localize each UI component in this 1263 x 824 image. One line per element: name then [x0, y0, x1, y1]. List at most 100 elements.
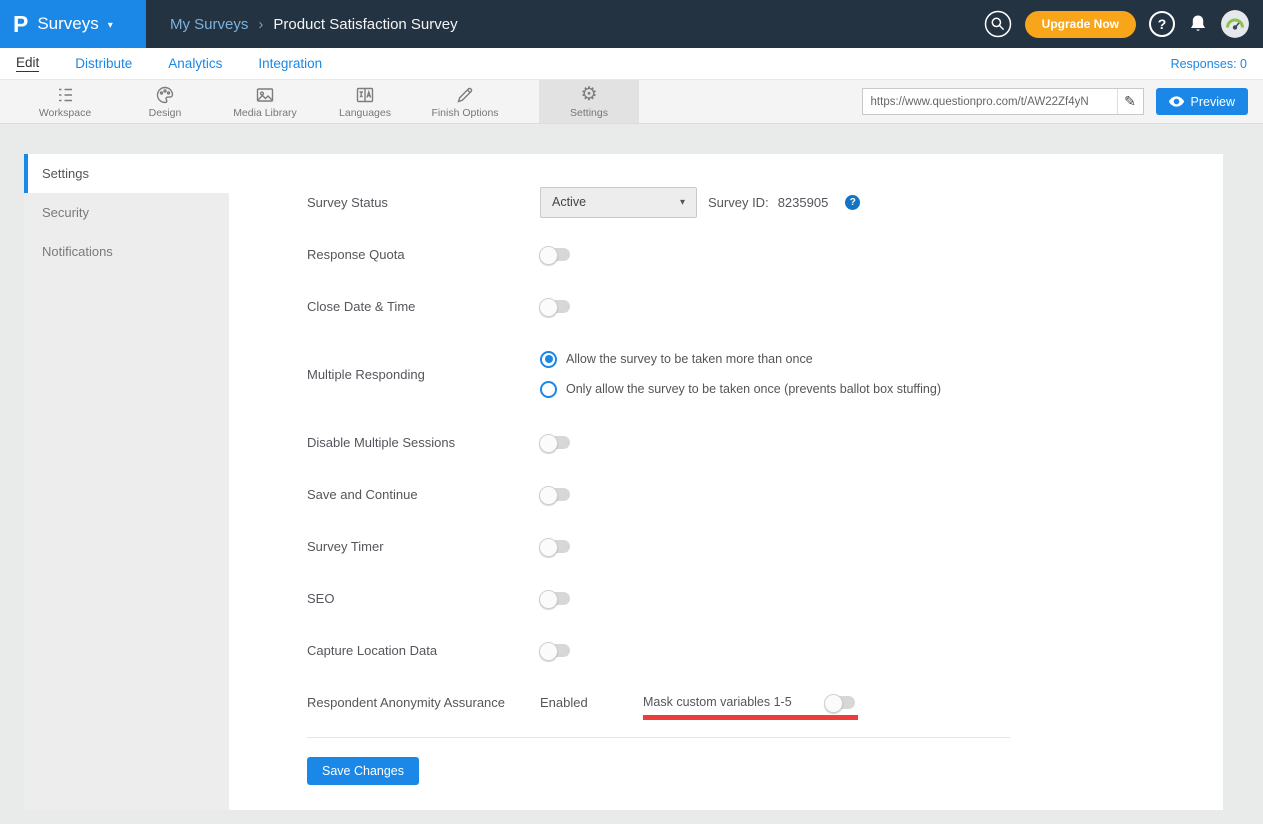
anonymity-status: Enabled [540, 695, 643, 710]
edit-toolbar: Workspace Design Media Library Languages [0, 79, 1263, 124]
settings-card: Settings Security Notifications Survey S… [24, 154, 1223, 810]
respondent-anonymity-label: Respondent Anonymity Assurance [307, 695, 540, 710]
tab-integration[interactable]: Integration [258, 56, 322, 71]
save-and-continue-toggle[interactable] [540, 488, 570, 501]
save-and-continue-row: Save and Continue [307, 468, 1223, 520]
toolbar-item-languages[interactable]: Languages [315, 80, 415, 123]
toolbar-label: Media Library [233, 107, 297, 119]
mask-custom-variables-label: Mask custom variables 1-5 [643, 695, 825, 709]
settings-sidebar: Settings Security Notifications [24, 154, 229, 810]
seo-label: SEO [307, 591, 540, 606]
breadcrumb-my-surveys[interactable]: My Surveys [170, 16, 248, 33]
response-quota-toggle[interactable] [540, 248, 570, 261]
topbar: P Surveys ▾ My Surveys › Product Satisfa… [0, 0, 1263, 48]
chevron-down-icon: ▾ [680, 197, 685, 208]
seo-row: SEO [307, 572, 1223, 624]
toolbar-label: Design [149, 107, 182, 119]
radio-option-multiple[interactable]: Allow the survey to be taken more than o… [540, 351, 941, 368]
survey-status-label: Survey Status [307, 195, 540, 210]
disable-multiple-sessions-row: Disable Multiple Sessions [307, 416, 1223, 468]
radio-selected-icon[interactable] [540, 351, 557, 368]
toolbar-label: Finish Options [431, 107, 498, 119]
response-quota-label: Response Quota [307, 247, 540, 262]
sidebar-item-security[interactable]: Security [24, 193, 229, 232]
sidebar-item-notifications[interactable]: Notifications [24, 232, 229, 271]
radio-option-once[interactable]: Only allow the survey to be taken once (… [540, 381, 941, 398]
toolbar-right: ✎ Preview [862, 80, 1263, 123]
palette-icon [155, 85, 175, 105]
tab-edit[interactable]: Edit [16, 55, 39, 72]
response-quota-row: Response Quota [307, 228, 1223, 280]
toolbar-item-design[interactable]: Design [115, 80, 215, 123]
toolbar-label: Languages [339, 107, 391, 119]
divider [307, 737, 1010, 738]
survey-status-row: Survey Status Active ▾ Survey ID: 823590… [307, 176, 1223, 228]
eye-icon [1169, 96, 1184, 107]
breadcrumb-separator: › [258, 16, 263, 33]
survey-timer-label: Survey Timer [307, 539, 540, 554]
multiple-responding-options: Allow the survey to be taken more than o… [540, 351, 941, 398]
image-icon [255, 85, 275, 105]
preview-button[interactable]: Preview [1156, 88, 1248, 115]
sidebar-item-settings[interactable]: Settings [24, 154, 229, 193]
radio-option-label: Allow the survey to be taken more than o… [566, 352, 813, 366]
chevron-down-icon: ▾ [108, 20, 113, 31]
breadcrumb-current-survey: Product Satisfaction Survey [273, 16, 457, 33]
toolbar-item-finish-options[interactable]: Finish Options [415, 80, 515, 123]
survey-id-help-icon[interactable]: ? [845, 195, 860, 210]
content-area: Settings Security Notifications Survey S… [0, 124, 1263, 824]
toolbar-label: Settings [570, 107, 608, 119]
product-switcher[interactable]: P Surveys ▾ [0, 0, 146, 48]
tab-distribute[interactable]: Distribute [75, 56, 132, 71]
toolbar-item-media-library[interactable]: Media Library [215, 80, 315, 123]
close-date-time-row: Close Date & Time [307, 280, 1223, 332]
breadcrumb: My Surveys › Product Satisfaction Survey [170, 16, 458, 33]
responses-count: Responses: 0 [1171, 57, 1247, 71]
seo-toggle[interactable] [540, 592, 570, 605]
disable-multiple-sessions-label: Disable Multiple Sessions [307, 435, 540, 450]
save-and-continue-label: Save and Continue [307, 487, 540, 502]
respondent-anonymity-row: Respondent Anonymity Assurance Enabled M… [307, 676, 1223, 728]
close-date-time-toggle[interactable] [540, 300, 570, 313]
pen-icon [455, 85, 475, 105]
survey-url-field: ✎ [862, 88, 1144, 115]
close-date-time-label: Close Date & Time [307, 299, 540, 314]
product-name: Surveys [37, 14, 98, 34]
tab-analytics[interactable]: Analytics [168, 56, 222, 71]
highlight-underline [643, 715, 858, 720]
disable-multiple-sessions-toggle[interactable] [540, 436, 570, 449]
capture-location-row: Capture Location Data [307, 624, 1223, 676]
multiple-responding-label: Multiple Responding [307, 367, 540, 382]
save-changes-button[interactable]: Save Changes [307, 757, 419, 785]
survey-id-value: 8235905 [778, 195, 829, 210]
capture-location-label: Capture Location Data [307, 643, 540, 658]
help-icon[interactable]: ? [1149, 11, 1175, 37]
survey-timer-row: Survey Timer [307, 520, 1223, 572]
edit-url-button[interactable]: ✎ [1117, 89, 1143, 114]
upgrade-now-button[interactable]: Upgrade Now [1025, 11, 1136, 38]
topbar-actions: Upgrade Now ? [984, 10, 1263, 38]
toolbar-item-settings[interactable]: ⚙ Settings [539, 80, 639, 123]
pencil-icon: ✎ [1124, 94, 1136, 110]
mask-custom-variables-toggle[interactable] [825, 696, 855, 709]
survey-status-value: Active [552, 195, 586, 209]
workspace-icon [55, 85, 75, 105]
questionpro-logo: P [13, 13, 28, 36]
notifications-bell-icon[interactable] [1188, 13, 1208, 35]
preview-label: Preview [1191, 95, 1235, 109]
survey-nav-tabs: Edit Distribute Analytics Integration Re… [0, 48, 1263, 79]
toolbar-item-workspace[interactable]: Workspace [15, 80, 115, 123]
survey-status-dropdown[interactable]: Active ▾ [540, 187, 697, 218]
capture-location-toggle[interactable] [540, 644, 570, 657]
gear-icon: ⚙ [580, 85, 597, 105]
radio-unselected-icon[interactable] [540, 381, 557, 398]
translate-icon [355, 85, 375, 105]
survey-timer-toggle[interactable] [540, 540, 570, 553]
survey-url-input[interactable] [863, 89, 1117, 114]
avatar[interactable] [1221, 10, 1249, 38]
search-icon[interactable] [984, 10, 1012, 38]
toolbar-label: Workspace [39, 107, 91, 119]
radio-option-label: Only allow the survey to be taken once (… [566, 382, 941, 396]
settings-main: Survey Status Active ▾ Survey ID: 823590… [229, 154, 1223, 810]
multiple-responding-row: Multiple Responding Allow the survey to … [307, 332, 1223, 416]
